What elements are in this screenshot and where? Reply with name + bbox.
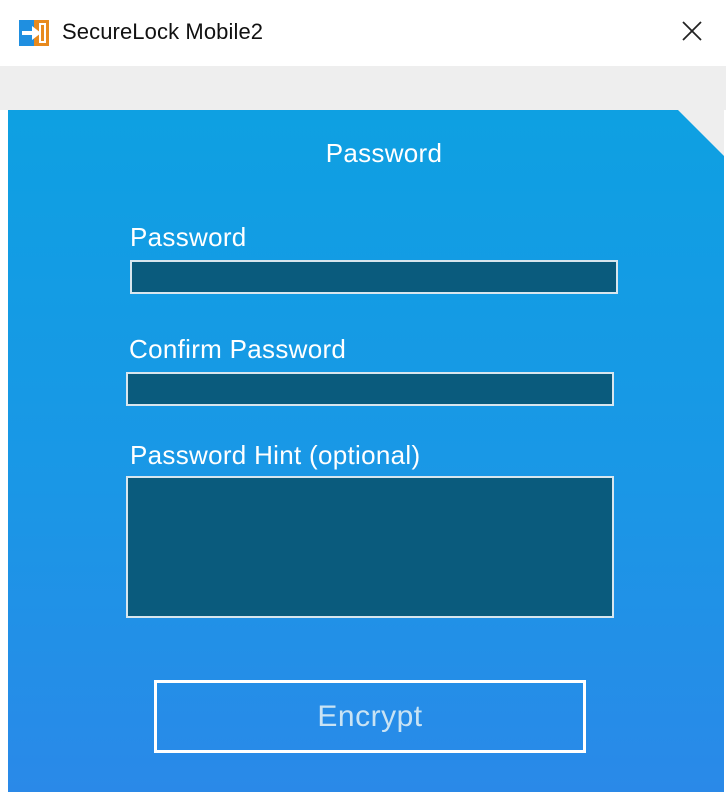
close-icon xyxy=(681,20,703,47)
confirm-password-input[interactable] xyxy=(126,372,614,406)
panel-title: Password xyxy=(325,138,443,168)
password-panel: Password Password Confirm Password Passw… xyxy=(8,110,724,792)
title-bar: SecureLock Mobile2 xyxy=(0,0,726,66)
password-input[interactable] xyxy=(130,260,618,294)
window-title: SecureLock Mobile2 xyxy=(62,19,264,44)
password-hint-input[interactable] xyxy=(126,476,614,618)
securelock-window: SecureLock Mobile2 Password Password Con… xyxy=(0,0,726,792)
close-button[interactable] xyxy=(664,6,720,60)
encrypt-button[interactable]: Encrypt xyxy=(154,680,586,753)
confirm-password-label: Confirm Password xyxy=(129,334,347,364)
toolbar-strip xyxy=(0,66,726,110)
password-label: Password xyxy=(130,222,247,252)
password-hint-label: Password Hint (optional) xyxy=(130,440,421,470)
securelock-app-icon xyxy=(19,20,49,46)
